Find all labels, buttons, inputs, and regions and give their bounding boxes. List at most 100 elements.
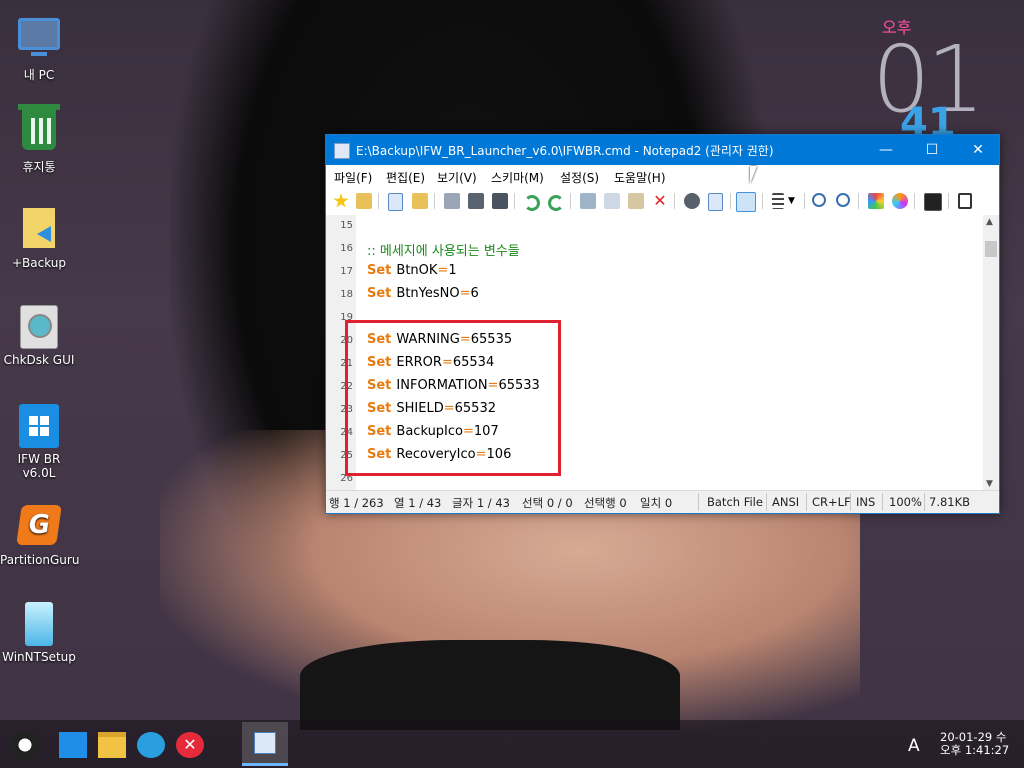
menu-scheme[interactable]: 스키마(M) xyxy=(491,169,544,186)
status-column: 열 1 / 43 xyxy=(394,496,442,510)
customize-scheme-icon[interactable] xyxy=(892,193,908,209)
desktop-icon-recycle-bin[interactable]: 휴지통 xyxy=(0,104,78,175)
taskbar-notepad2-button[interactable] xyxy=(242,722,288,766)
status-match: 일치 0 xyxy=(640,496,673,510)
zoom-out-icon[interactable] xyxy=(836,193,850,207)
menu-bar: 파일(F) 편집(E) 보기(V) 스키마(M) 설정(S) 도움말(H) xyxy=(326,165,999,187)
notepad-app-icon xyxy=(254,732,276,754)
windows-logo-icon xyxy=(17,404,61,448)
favorites-star-icon[interactable] xyxy=(333,193,349,208)
line-number: 18 xyxy=(340,289,353,300)
desktop-icon-label: WinNTSetup xyxy=(2,650,76,664)
status-eol[interactable]: CR+LF xyxy=(812,495,851,509)
color-scheme-icon[interactable] xyxy=(868,193,884,209)
taskbar-time: 오후 1:41:27 xyxy=(940,743,1010,757)
desktop-icon-label: IFW BR v6.0L xyxy=(17,452,61,480)
list-options-icon[interactable] xyxy=(772,193,784,209)
replace-icon[interactable] xyxy=(708,193,723,211)
highlight-box xyxy=(345,320,561,476)
copy-icon[interactable] xyxy=(604,193,620,209)
status-scheme[interactable]: Batch File xyxy=(707,495,763,509)
status-char: 글자 1 / 43 xyxy=(452,496,510,510)
menu-edit[interactable]: 편집(E) xyxy=(386,169,425,186)
start-button-icon[interactable] xyxy=(10,730,40,760)
new-document-icon[interactable] xyxy=(388,193,403,211)
line-number: 15 xyxy=(340,220,353,231)
maximize-button[interactable]: ☐ xyxy=(909,135,955,165)
code-text: :: 메세지에 사용되는 변수들 xyxy=(367,240,520,259)
scroll-up-arrow-icon[interactable]: ▲ xyxy=(986,217,993,227)
code-text: Set BtnOK=1 xyxy=(367,263,457,278)
notepad-app-icon xyxy=(334,143,350,159)
status-bar: 행 1 / 263 열 1 / 43 글자 1 / 43 선택 0 / 0 선택… xyxy=(326,490,999,513)
desktop-icon-ifw-br[interactable]: IFW BR v6.0L xyxy=(0,404,78,480)
minimize-button[interactable]: — xyxy=(863,135,909,165)
menu-settings[interactable]: 설정(S) xyxy=(560,169,599,186)
desktop-monitor-icon[interactable] xyxy=(59,732,87,758)
delete-icon[interactable]: ✕ xyxy=(652,193,668,209)
token-kw: Set xyxy=(367,263,392,278)
vertical-scrollbar[interactable]: ▲ ▼ xyxy=(983,215,999,491)
zoom-in-icon[interactable] xyxy=(812,193,826,207)
token-val: 6 xyxy=(470,286,479,301)
status-line: 행 1 / 263 xyxy=(329,496,384,510)
desktop-icon-my-pc[interactable]: 내 PC xyxy=(0,8,78,83)
title-bar[interactable]: E:\Backup\IFW_BR_Launcher_v6.0\IFWBR.cmd… xyxy=(326,135,999,165)
status-encoding[interactable]: ANSI xyxy=(772,495,799,509)
chevron-down-icon[interactable]: ▼ xyxy=(788,193,798,209)
ime-indicator[interactable]: A xyxy=(908,736,920,756)
open-file-icon[interactable] xyxy=(412,193,428,209)
mouse-cursor-icon xyxy=(750,166,757,184)
close-button[interactable]: ✕ xyxy=(955,135,1001,165)
close-app-icon[interactable]: ✕ xyxy=(176,732,204,758)
menu-view[interactable]: 보기(V) xyxy=(437,169,477,186)
token-kw: Set xyxy=(367,286,392,301)
line-number: 16 xyxy=(340,243,353,254)
scroll-down-arrow-icon[interactable]: ▼ xyxy=(986,479,993,489)
redo-icon[interactable] xyxy=(548,195,564,211)
undo-icon[interactable] xyxy=(524,195,540,211)
taskbar-clock[interactable]: 20-01-29 수 오후 1:41:27 xyxy=(940,731,1009,757)
desktop-icon-backup[interactable]: +Backup xyxy=(0,206,78,270)
disk-check-icon xyxy=(17,305,61,349)
token-comment: :: 메세지에 사용되는 변수들 xyxy=(367,244,520,259)
pc-icon xyxy=(17,18,61,62)
status-selected-rows: 선택행 0 xyxy=(584,496,627,510)
desktop-icon-label: PartitionGuru xyxy=(0,553,80,567)
desktop-icon-winntsetup[interactable]: WinNTSetup xyxy=(0,602,78,664)
token-op: = xyxy=(459,286,471,301)
open-folder-icon[interactable] xyxy=(356,193,372,209)
desktop-icon-label: 내 PC xyxy=(23,68,55,82)
file-explorer-icon[interactable] xyxy=(98,732,126,758)
line-number: 17 xyxy=(340,266,353,277)
find-icon[interactable] xyxy=(684,193,700,209)
code-text: Set BtnYesNO=6 xyxy=(367,286,479,301)
refresh-icon[interactable] xyxy=(137,732,165,758)
save-icon[interactable] xyxy=(444,193,460,209)
folder-shortcut-icon xyxy=(17,208,61,252)
exit-icon[interactable] xyxy=(958,193,972,209)
word-wrap-icon[interactable] xyxy=(736,192,756,212)
desktop-icon-chkdsk-gui[interactable]: ChkDsk GUI xyxy=(0,305,78,367)
save-copy-icon[interactable] xyxy=(492,193,508,209)
window-title: E:\Backup\IFW_BR_Launcher_v6.0\IFWBR.cmd… xyxy=(356,144,774,158)
desktop-icon-label: ChkDsk GUI xyxy=(3,353,75,367)
desktop-icon-partitionguru[interactable]: G PartitionGuru xyxy=(0,503,80,567)
scrollbar-thumb[interactable] xyxy=(985,241,997,257)
wallpaper-clothing xyxy=(300,640,680,730)
paste-icon[interactable] xyxy=(628,193,644,209)
token-op: = xyxy=(437,263,449,278)
cut-icon[interactable] xyxy=(580,193,596,209)
terminal-icon[interactable] xyxy=(924,193,942,211)
menu-file[interactable]: 파일(F) xyxy=(334,169,372,186)
status-selection: 선택 0 / 0 xyxy=(522,496,573,510)
status-zoom[interactable]: 100% xyxy=(889,495,922,509)
desktop-icon-label: +Backup xyxy=(11,256,67,270)
menu-help[interactable]: 도움말(H) xyxy=(614,169,666,186)
status-insert-mode[interactable]: INS xyxy=(856,495,875,509)
desktop-icon-label: 휴지통 xyxy=(22,160,56,174)
save-as-icon[interactable] xyxy=(468,193,484,209)
recycle-bin-icon xyxy=(17,104,61,154)
winntsetup-icon xyxy=(17,602,61,646)
toolbar: ✕ ▼ xyxy=(326,187,999,216)
